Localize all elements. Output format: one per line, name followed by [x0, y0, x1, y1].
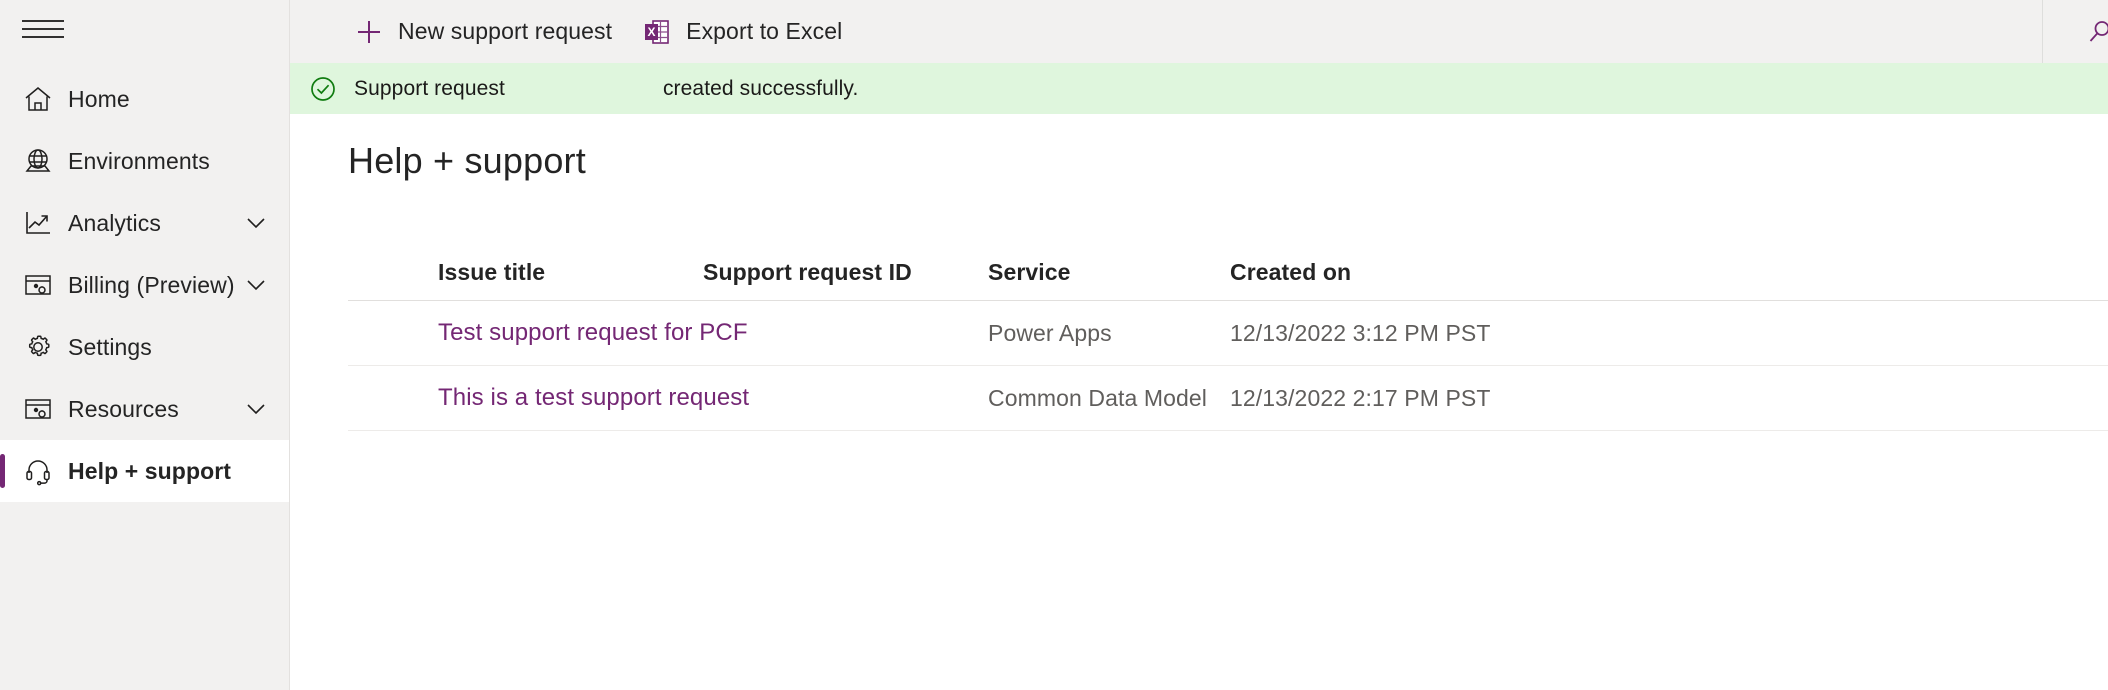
- sidebar: Home Environments Analytics Billing (Pre…: [0, 0, 290, 690]
- table-row[interactable]: This is a test support request Common Da…: [348, 366, 2108, 431]
- cell-service: Power Apps: [988, 319, 1112, 346]
- svg-text:X: X: [648, 25, 656, 39]
- new-support-request-label: New support request: [398, 18, 613, 44]
- table-header-row: Issue title Support request ID Service C…: [348, 244, 2108, 301]
- plus-icon: [352, 15, 386, 49]
- resources-window-icon: [22, 393, 64, 425]
- issue-title-link[interactable]: This is a test support request: [438, 384, 749, 411]
- column-header-issue-title[interactable]: Issue title: [348, 259, 703, 300]
- success-banner: Support request created successfully.: [290, 63, 2108, 114]
- sidebar-item-label: Billing (Preview): [68, 271, 235, 298]
- cell-issue-title: This is a test support request: [348, 384, 749, 412]
- export-to-excel-label: Export to Excel: [686, 18, 843, 44]
- issue-title-link[interactable]: Test support request for PCF: [438, 319, 748, 346]
- sidebar-item-environments[interactable]: Environments: [0, 130, 289, 192]
- sidebar-item-label: Resources: [68, 395, 179, 422]
- banner-text-after: created successfully.: [662, 76, 859, 100]
- sidebar-item-label: Help + support: [68, 457, 232, 484]
- cell-issue-title: Test support request for PCF: [348, 319, 748, 347]
- search-icon: [2083, 15, 2108, 49]
- content-area: Help + support Issue title Support reque…: [290, 114, 2108, 690]
- gear-icon: [22, 331, 64, 363]
- cell-service: Common Data Model: [988, 384, 1208, 411]
- globe-icon: [22, 145, 64, 177]
- support-requests-table: Issue title Support request ID Service C…: [348, 244, 2108, 431]
- excel-icon: X: [640, 15, 674, 49]
- sidebar-item-label: Analytics: [68, 209, 161, 236]
- command-bar: New support request X Export to Excel: [290, 0, 2108, 63]
- page-title: Help + support: [348, 140, 586, 181]
- headset-icon: [22, 455, 64, 487]
- chevron-down-icon[interactable]: [241, 270, 271, 300]
- sidebar-item-resources[interactable]: Resources: [0, 378, 289, 440]
- sidebar-item-label: Environments: [68, 147, 210, 174]
- sidebar-item-settings[interactable]: Settings: [0, 316, 289, 378]
- chevron-down-icon[interactable]: [241, 394, 271, 424]
- sidebar-item-label: Settings: [68, 333, 152, 360]
- column-header-service[interactable]: Service: [988, 259, 1230, 300]
- main-area: New support request X Export to Excel Su…: [290, 0, 2108, 690]
- sidebar-item-analytics[interactable]: Analytics: [0, 192, 289, 254]
- billing-window-icon: [22, 269, 64, 301]
- banner-text-before: Support request: [354, 76, 505, 100]
- new-support-request-button[interactable]: New support request: [338, 0, 626, 63]
- column-header-support-request-id[interactable]: Support request ID: [703, 259, 988, 300]
- column-header-spacer: [1530, 286, 2108, 300]
- app-root: Home Environments Analytics Billing (Pre…: [0, 0, 2108, 690]
- search-box[interactable]: Search: [2042, 0, 2108, 63]
- cell-created-on: 12/13/2022 2:17 PM PST: [1230, 384, 1491, 411]
- sidebar-nav: Home Environments Analytics Billing (Pre…: [0, 68, 289, 502]
- chart-line-icon: [22, 207, 64, 239]
- check-circle-icon: [308, 74, 338, 104]
- home-icon: [22, 83, 64, 115]
- chevron-down-icon[interactable]: [241, 208, 271, 238]
- hamburger-icon: [22, 16, 64, 42]
- sidebar-item-help-support[interactable]: Help + support: [0, 440, 289, 502]
- column-header-created-on[interactable]: Created on: [1230, 259, 1530, 300]
- sidebar-item-home[interactable]: Home: [0, 68, 289, 130]
- export-to-excel-button[interactable]: X Export to Excel: [626, 0, 856, 63]
- sidebar-item-label: Home: [68, 85, 130, 112]
- cell-created-on: 12/13/2022 3:12 PM PST: [1230, 319, 1491, 346]
- sidebar-item-billing[interactable]: Billing (Preview): [0, 254, 289, 316]
- table-row[interactable]: Test support request for PCF Power Apps …: [348, 301, 2108, 366]
- menu-hamburger-button[interactable]: [0, 0, 289, 58]
